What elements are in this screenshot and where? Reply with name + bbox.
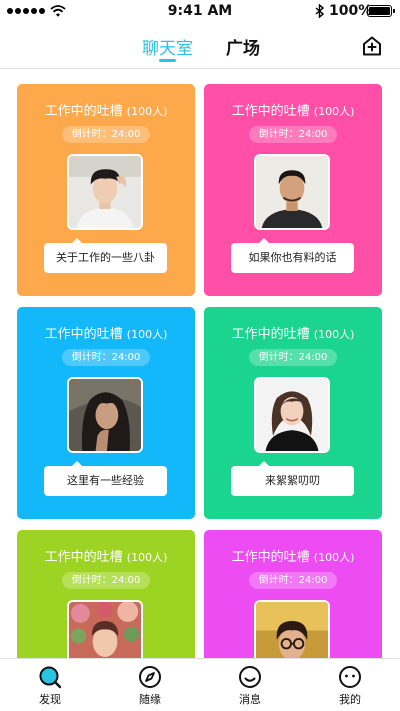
bottom-tab-bar: 发现 随缘 消息 我的 bbox=[0, 658, 400, 711]
room-countdown: 倒计时：24:00 bbox=[62, 349, 150, 366]
tab-chatroom[interactable]: 聊天室 bbox=[142, 34, 193, 59]
tabbar-label: 发现 bbox=[39, 693, 61, 706]
room-countdown: 倒计时：24:00 bbox=[62, 126, 150, 143]
room-avatar bbox=[67, 600, 143, 658]
top-nav: 聊天室 广场 bbox=[0, 24, 400, 69]
tabbar-label: 我的 bbox=[339, 693, 361, 706]
profile-face-icon bbox=[339, 666, 361, 688]
room-title: 工作中的吐槽 (100人) bbox=[231, 550, 355, 565]
room-topic-bubble: 关于工作的一些八卦 bbox=[44, 238, 167, 273]
room-card[interactable]: 工作中的吐槽 (100人) 倒计时：24:00 bbox=[204, 530, 382, 658]
room-title: 工作中的吐槽 (100人) bbox=[44, 327, 168, 342]
room-card[interactable]: 工作中的吐槽 (100人) 倒计时：24:00 关于工作的一些八卦 bbox=[17, 84, 195, 296]
room-countdown: 倒计时：24:00 bbox=[249, 349, 337, 366]
tabbar-item-discover[interactable]: 发现 bbox=[0, 659, 100, 711]
tab-square[interactable]: 广场 bbox=[226, 34, 260, 59]
battery-icon bbox=[367, 5, 395, 17]
room-topic-bubble: 来絮絮叨叨 bbox=[231, 461, 354, 496]
home-add-icon[interactable] bbox=[361, 35, 383, 57]
room-topic-bubble: 这里有一些经验 bbox=[44, 461, 167, 496]
message-face-icon bbox=[239, 666, 261, 688]
tabbar-label: 随缘 bbox=[139, 693, 161, 706]
tabbar-label: 消息 bbox=[239, 693, 261, 706]
room-card[interactable]: 工作中的吐槽 (100人) 倒计时：24:00 这里有一些经验 bbox=[17, 307, 195, 519]
room-grid: 工作中的吐槽 (100人) 倒计时：24:00 关于工作的一些八卦 工作中的吐槽… bbox=[0, 70, 400, 658]
room-title: 工作中的吐槽 (100人) bbox=[44, 104, 168, 119]
room-avatar bbox=[67, 377, 143, 453]
room-avatar bbox=[254, 600, 330, 658]
room-card[interactable]: 工作中的吐槽 (100人) 倒计时：24:00 如果你也有料的话 bbox=[204, 84, 382, 296]
room-avatar bbox=[254, 377, 330, 453]
room-title: 工作中的吐槽 (100人) bbox=[231, 104, 355, 119]
room-countdown: 倒计时：24:00 bbox=[62, 572, 150, 589]
room-topic-bubble: 如果你也有料的话 bbox=[231, 238, 354, 273]
room-avatar bbox=[67, 154, 143, 230]
tabbar-item-messages[interactable]: 消息 bbox=[200, 659, 300, 711]
tabbar-item-profile[interactable]: 我的 bbox=[300, 659, 400, 711]
room-avatar bbox=[254, 154, 330, 230]
battery-percent: 100% bbox=[329, 3, 373, 19]
room-countdown: 倒计时：24:00 bbox=[249, 126, 337, 143]
room-title: 工作中的吐槽 (100人) bbox=[231, 327, 355, 342]
tabbar-item-random[interactable]: 随缘 bbox=[100, 659, 200, 711]
room-card[interactable]: 工作中的吐槽 (100人) 倒计时：24:00 bbox=[17, 530, 195, 658]
active-tab-indicator bbox=[159, 59, 176, 62]
compass-icon bbox=[139, 666, 161, 688]
room-card[interactable]: 工作中的吐槽 (100人) 倒计时：24:00 来絮絮叨叨 bbox=[204, 307, 382, 519]
status-bar: 9:41 AM 100% bbox=[0, 0, 400, 24]
battery-level-fill bbox=[369, 7, 390, 15]
room-countdown: 倒计时：24:00 bbox=[249, 572, 337, 589]
bluetooth-icon bbox=[315, 4, 324, 18]
discover-icon bbox=[39, 666, 62, 689]
room-title: 工作中的吐槽 (100人) bbox=[44, 550, 168, 565]
